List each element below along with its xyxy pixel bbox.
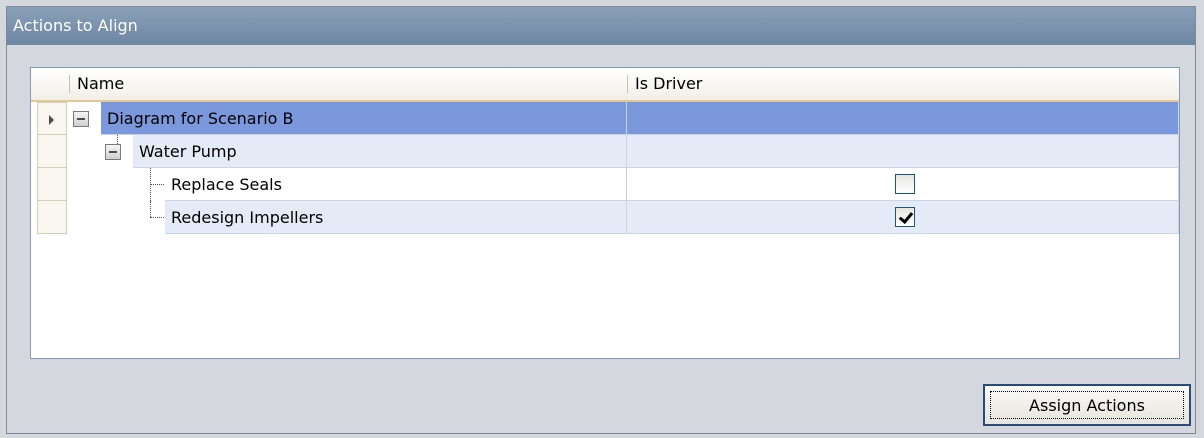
row-name: Water Pump <box>133 135 627 168</box>
checkmark-icon <box>898 208 914 225</box>
column-header-is-driver[interactable]: Is Driver <box>635 68 702 100</box>
row-selector[interactable] <box>37 201 67 234</box>
actions-to-align-panel: Actions to Align Name Is Driver Diagram … <box>6 6 1196 434</box>
row-name: Redesign Impellers <box>165 201 627 234</box>
collapse-icon[interactable] <box>105 144 121 160</box>
column-header-name[interactable]: Name <box>77 68 124 100</box>
current-row-arrow-icon <box>49 115 54 125</box>
is-driver-checkbox[interactable] <box>895 207 915 227</box>
table-row[interactable]: Water Pump <box>31 135 1179 168</box>
tree-connector <box>117 135 118 144</box>
tree-connector <box>150 184 164 185</box>
table-row[interactable]: Diagram for Scenario B <box>31 102 1179 135</box>
header-separator <box>69 75 70 93</box>
assign-actions-label: Assign Actions <box>990 391 1184 419</box>
row-selector[interactable] <box>37 102 67 135</box>
is-driver-checkbox[interactable] <box>895 174 915 194</box>
row-is-driver <box>627 135 1179 168</box>
grid-header: Name Is Driver <box>31 68 1179 102</box>
tree-connector <box>150 201 151 217</box>
assign-actions-button[interactable]: Assign Actions <box>983 384 1191 426</box>
row-name: Diagram for Scenario B <box>101 102 627 135</box>
tree-connector <box>150 217 164 218</box>
panel-title: Actions to Align <box>7 7 1195 45</box>
table-row[interactable]: Replace Seals <box>31 168 1179 201</box>
header-separator <box>627 75 628 93</box>
row-is-driver <box>627 168 1179 201</box>
row-name: Replace Seals <box>165 168 627 201</box>
table-row[interactable]: Redesign Impellers <box>31 201 1179 234</box>
collapse-icon[interactable] <box>73 111 89 127</box>
row-is-driver <box>627 201 1179 234</box>
actions-grid: Name Is Driver Diagram for Scenario B Wa… <box>30 67 1180 359</box>
row-is-driver <box>627 102 1179 135</box>
row-selector[interactable] <box>37 135 67 168</box>
row-selector[interactable] <box>37 168 67 201</box>
